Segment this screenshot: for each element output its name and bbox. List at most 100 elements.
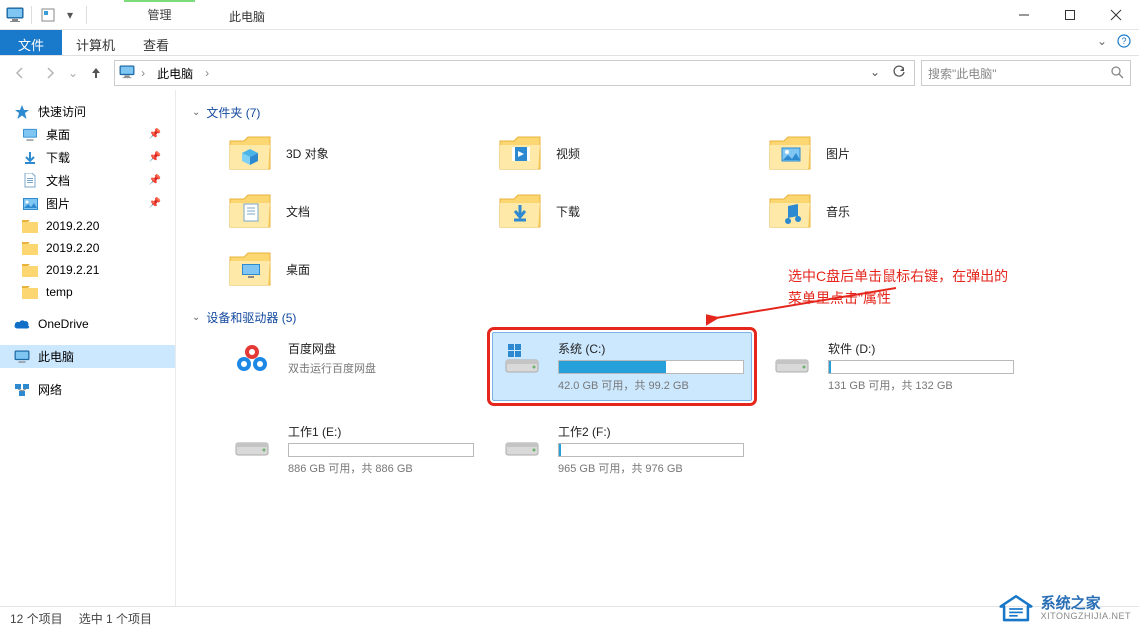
- maximize-button[interactable]: [1047, 0, 1093, 29]
- folder-icon: [22, 262, 38, 278]
- drive-icon: [230, 423, 274, 459]
- sidebar-item-folder[interactable]: 2019.2.20: [0, 215, 175, 237]
- folder-icon: [228, 249, 272, 289]
- sidebar-quick-access[interactable]: 快速访问: [0, 100, 175, 123]
- recent-dropdown-icon[interactable]: ⌄: [68, 66, 78, 80]
- drive-name: 系统 (C:): [558, 340, 744, 357]
- sidebar-item-label: 下载: [46, 149, 70, 166]
- pin-icon: 📌: [149, 129, 161, 140]
- titlebar: ▾ 驱动器工具 管理 此电脑: [0, 0, 1139, 30]
- ribbon-tabs: 文件 计算机 查看 ⌄ ?: [0, 30, 1139, 56]
- close-button[interactable]: [1093, 0, 1139, 29]
- drive-free-text: 965 GB 可用，共 976 GB: [558, 460, 744, 476]
- folder-download[interactable]: 下载: [492, 185, 752, 237]
- sidebar-item-folder[interactable]: temp: [0, 281, 175, 303]
- ribbon-expand-icon[interactable]: ⌄: [1097, 34, 1107, 51]
- desktop-icon: [22, 127, 38, 143]
- minimize-button[interactable]: [1001, 0, 1047, 29]
- folder-icon: [22, 218, 38, 234]
- drive-item[interactable]: 系统 (C:) 42.0 GB 可用，共 99.2 GB: [492, 332, 752, 401]
- watermark: 系统之家 XITONGZHIJIA.NET: [999, 594, 1131, 624]
- picture-icon: [22, 196, 38, 212]
- drive-name: 工作2 (F:): [558, 423, 744, 440]
- drive-item[interactable]: 百度网盘双击运行百度网盘: [222, 332, 482, 401]
- folder-label: 3D 对象: [286, 145, 329, 162]
- sidebar-network[interactable]: 网络: [0, 378, 175, 401]
- group-title: 设备和驱动器 (5): [206, 309, 296, 326]
- sidebar-item-label: 此电脑: [38, 348, 74, 365]
- folder-label: 视频: [556, 145, 580, 162]
- onedrive-icon: [14, 316, 30, 332]
- drive-name: 软件 (D:): [828, 340, 1014, 357]
- folder-label: 文档: [286, 203, 310, 220]
- help-icon[interactable]: ?: [1117, 34, 1131, 51]
- drive-free-text: 886 GB 可用，共 886 GB: [288, 460, 474, 476]
- folder-document[interactable]: 文档: [222, 185, 482, 237]
- sidebar-item-label: OneDrive: [38, 317, 89, 331]
- sidebar-item-label: 图片: [46, 195, 70, 212]
- folder-desktop[interactable]: 桌面: [222, 243, 482, 295]
- drive-icon: [230, 340, 274, 376]
- sidebar-item-label: 网络: [38, 381, 62, 398]
- folder-picture[interactable]: 图片: [762, 127, 1022, 179]
- drive-usage-bar: [558, 360, 744, 374]
- contextual-ribbon-tab[interactable]: 驱动器工具 管理: [110, 0, 209, 29]
- folder-icon: [22, 240, 38, 256]
- group-title: 文件夹 (7): [206, 104, 260, 121]
- sidebar-this-pc[interactable]: 此电脑: [0, 345, 175, 368]
- sidebar-item-folder[interactable]: 2019.2.21: [0, 259, 175, 281]
- drive-icon: [770, 340, 814, 376]
- ribbon-context-sub: 管理: [124, 2, 195, 29]
- menu-view[interactable]: 查看: [129, 30, 183, 55]
- dropdown-icon[interactable]: ▾: [61, 6, 79, 24]
- status-item-count: 12 个项目: [10, 610, 63, 627]
- chevron-down-icon: ⌄: [192, 312, 200, 323]
- annotation-text: 选中C盘后单击鼠标右键，在弹出的 菜单里点击"属性: [788, 265, 1008, 310]
- folder-video[interactable]: 视频: [492, 127, 752, 179]
- navigation-pane: 快速访问 桌面 📌 下载 📌 文档 📌 图片 📌 2019.2.20: [0, 90, 176, 606]
- folder-label: 图片: [826, 145, 850, 162]
- window-title: 此电脑: [209, 0, 285, 29]
- sidebar-item-folder[interactable]: 2019.2.20: [0, 237, 175, 259]
- folder-label: 音乐: [826, 203, 850, 220]
- chevron-down-icon: ⌄: [192, 107, 200, 118]
- drive-name: 工作1 (E:): [288, 423, 474, 440]
- quickaccess-properties-icon[interactable]: [39, 6, 57, 24]
- menu-computer[interactable]: 计算机: [62, 30, 129, 55]
- sidebar-item-documents[interactable]: 文档 📌: [0, 169, 175, 192]
- folder-icon: [768, 191, 812, 231]
- search-input[interactable]: 搜索"此电脑": [921, 60, 1131, 86]
- forward-button[interactable]: [38, 61, 62, 85]
- this-pc-icon: [119, 65, 135, 82]
- sidebar-item-downloads[interactable]: 下载 📌: [0, 146, 175, 169]
- up-button[interactable]: [84, 61, 108, 85]
- search-icon[interactable]: [1110, 65, 1124, 82]
- document-icon: [22, 173, 38, 189]
- status-bar: 12 个项目 选中 1 个项目: [0, 606, 1139, 630]
- sidebar-onedrive[interactable]: OneDrive: [0, 313, 175, 335]
- address-bar[interactable]: › 此电脑 › ⌄: [114, 60, 915, 86]
- drive-item[interactable]: 软件 (D:) 131 GB 可用，共 132 GB: [762, 332, 1022, 401]
- sidebar-item-pictures[interactable]: 图片 📌: [0, 192, 175, 215]
- group-folders[interactable]: ⌄ 文件夹 (7): [192, 98, 1123, 127]
- folder-label: 下载: [556, 203, 580, 220]
- sidebar-item-desktop[interactable]: 桌面 📌: [0, 123, 175, 146]
- refresh-button[interactable]: [888, 65, 910, 82]
- status-selected-count: 选中 1 个项目: [79, 610, 152, 627]
- folder-icon: [768, 133, 812, 173]
- drive-item[interactable]: 工作1 (E:) 886 GB 可用，共 886 GB: [222, 415, 482, 484]
- folder-music[interactable]: 音乐: [762, 185, 1022, 237]
- address-history-dropdown[interactable]: ⌄: [864, 65, 886, 82]
- drive-free-text: 42.0 GB 可用，共 99.2 GB: [558, 377, 744, 393]
- folder-3d[interactable]: 3D 对象: [222, 127, 482, 179]
- star-icon: [14, 104, 30, 120]
- this-pc-icon: [14, 349, 30, 365]
- drive-item[interactable]: 工作2 (F:) 965 GB 可用，共 976 GB: [492, 415, 752, 484]
- drive-icon: [500, 340, 544, 376]
- drive-usage-bar: [288, 443, 474, 457]
- menu-file[interactable]: 文件: [0, 30, 62, 55]
- drive-free-text: 131 GB 可用，共 132 GB: [828, 377, 1014, 393]
- svg-text:?: ?: [1121, 36, 1126, 46]
- breadcrumb-root[interactable]: 此电脑: [151, 63, 199, 84]
- back-button[interactable]: [8, 61, 32, 85]
